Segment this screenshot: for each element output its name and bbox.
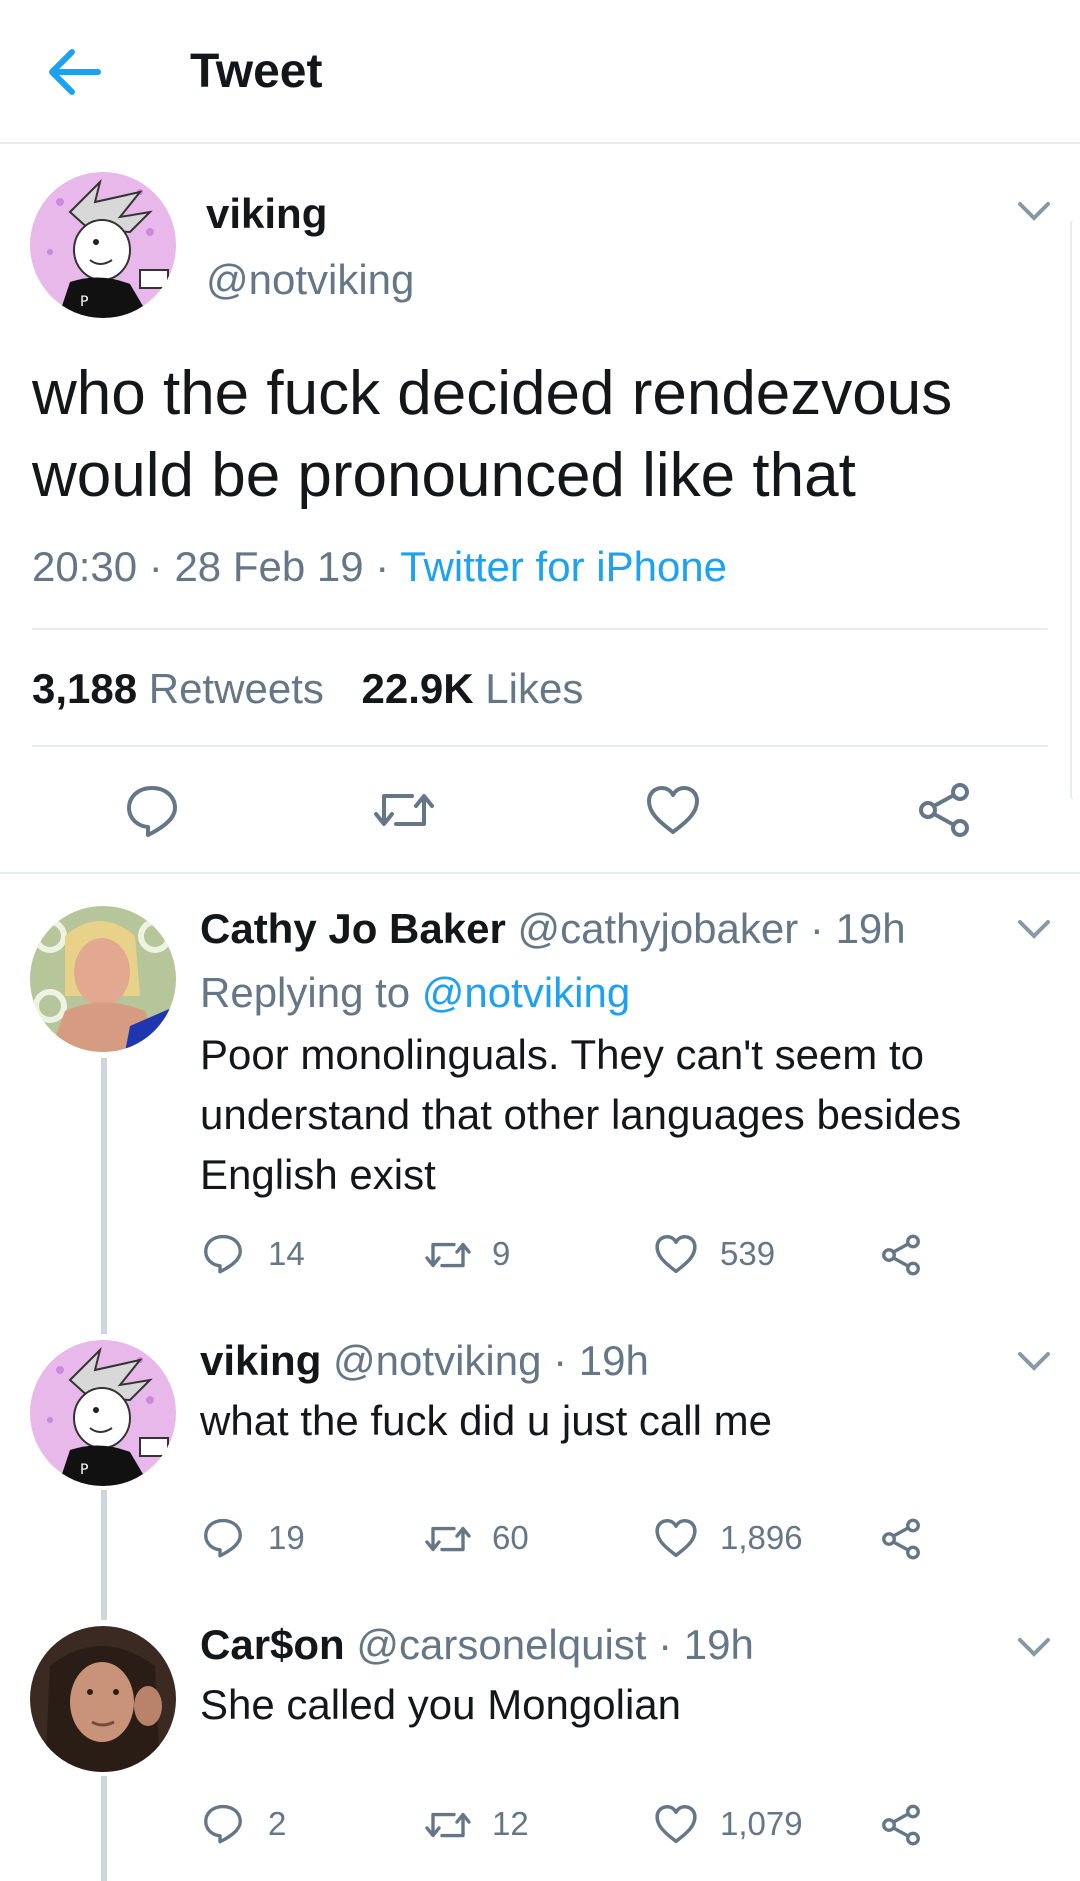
reply-count: 19	[268, 1519, 305, 1556]
tweet-text-line-2: would be pronounced like that	[32, 441, 856, 510]
scrollbar[interactable]	[1070, 220, 1080, 800]
page-title: Tweet	[190, 45, 323, 98]
reply-count: 14	[268, 1235, 305, 1272]
like-heart-icon[interactable]	[654, 1802, 698, 1846]
retweet-icon[interactable]	[424, 1518, 472, 1560]
avatar[interactable]	[30, 906, 176, 1052]
thread-line	[101, 1776, 107, 1881]
reply-text-line-3: English exist	[200, 1151, 436, 1198]
like-count: 1,079	[720, 1805, 803, 1842]
reply-header: viking @notviking · 19h	[200, 1336, 649, 1386]
reply-icon[interactable]	[202, 1232, 244, 1274]
reply-author-meta[interactable]: @cathyjobaker · 19h	[517, 905, 905, 952]
retweets-label: Retweets	[148, 665, 324, 712]
tweet-date: 28 Feb 19	[174, 543, 364, 590]
like-count: 539	[720, 1235, 776, 1272]
reply-author-name[interactable]: Cathy Jo Baker	[200, 905, 506, 952]
likes-stat[interactable]: 22.9K Likes	[362, 665, 584, 712]
tweet-author-name[interactable]: viking	[206, 190, 327, 238]
thread-line	[101, 1490, 107, 1620]
like-heart-icon[interactable]	[654, 1232, 698, 1276]
chevron-down-icon[interactable]	[1016, 1636, 1052, 1658]
replying-to: Replying to @notviking	[200, 968, 630, 1018]
avatar[interactable]: P	[30, 1340, 176, 1486]
reply-count: 2	[268, 1805, 287, 1842]
likes-count: 22.9K	[361, 665, 474, 712]
reply-text-line-1: Poor monolinguals. They can't seem to	[200, 1031, 924, 1078]
reply-text-line-2: understand that other languages besides	[200, 1091, 962, 1138]
divider	[32, 745, 1048, 747]
reply-author-meta[interactable]: @notviking · 19h	[333, 1337, 649, 1384]
reply-icon[interactable]	[202, 1802, 244, 1844]
divider	[0, 872, 1080, 874]
tweet-time: 20:30	[32, 543, 138, 590]
like-heart-icon[interactable]	[645, 782, 701, 838]
reply-header: Cathy Jo Baker @cathyjobaker · 19h	[200, 904, 906, 954]
retweet-count: 60	[492, 1519, 529, 1556]
tweet-text-line-1: who the fuck decided rendezvous	[32, 359, 953, 428]
share-icon[interactable]	[880, 1234, 922, 1276]
thread-line	[101, 1058, 107, 1334]
tweet-timestamp-row: 20:30 · 28 Feb 19 · Twitter for iPhone	[32, 542, 727, 592]
share-icon[interactable]	[880, 1518, 922, 1560]
avatar[interactable]	[30, 1626, 176, 1772]
separator: ·	[375, 543, 390, 590]
share-icon[interactable]	[880, 1804, 922, 1846]
reply-author-meta[interactable]: @carsonelquist · 19h	[356, 1621, 754, 1668]
divider	[32, 628, 1048, 630]
tweet-stats: 3,188 Retweets 22.9K Likes	[32, 664, 583, 714]
likes-label: Likes	[485, 665, 584, 712]
reply-icon[interactable]	[124, 782, 180, 838]
retweets-count: 3,188	[32, 665, 138, 712]
top-bar: Tweet	[0, 0, 1080, 144]
reply-header: Car$on @carsonelquist · 19h	[200, 1620, 754, 1670]
retweet-icon[interactable]	[372, 782, 436, 838]
reply-text-line-1: what the fuck did u just call me	[200, 1397, 772, 1444]
reply-icon[interactable]	[202, 1516, 244, 1558]
tweet-author-handle[interactable]: @notviking	[206, 256, 414, 304]
retweets-stat[interactable]: 3,188 Retweets	[32, 665, 336, 712]
retweet-icon[interactable]	[424, 1804, 472, 1846]
reply-author-name[interactable]: Car$on	[200, 1621, 345, 1668]
replying-to-link[interactable]: @notviking	[422, 969, 630, 1016]
like-heart-icon[interactable]	[654, 1516, 698, 1560]
chevron-down-icon[interactable]	[1016, 1350, 1052, 1372]
replying-to-label: Replying to	[200, 969, 411, 1016]
separator: ·	[148, 543, 163, 590]
back-arrow-icon[interactable]	[44, 44, 104, 100]
svg-text:P: P	[80, 1462, 88, 1478]
chevron-down-icon[interactable]	[1016, 200, 1052, 222]
like-count: 1,896	[720, 1519, 803, 1556]
chevron-down-icon[interactable]	[1016, 918, 1052, 940]
avatar[interactable]: P	[30, 172, 176, 318]
retweet-count: 9	[492, 1235, 511, 1272]
retweet-icon[interactable]	[424, 1234, 472, 1276]
retweet-count: 12	[492, 1805, 529, 1842]
share-icon[interactable]	[916, 782, 972, 838]
reply-author-name[interactable]: viking	[200, 1337, 321, 1384]
tweet-source-link[interactable]: Twitter for iPhone	[400, 543, 727, 590]
svg-text:P: P	[80, 294, 88, 310]
reply-text-line-1: She called you Mongolian	[200, 1681, 681, 1728]
